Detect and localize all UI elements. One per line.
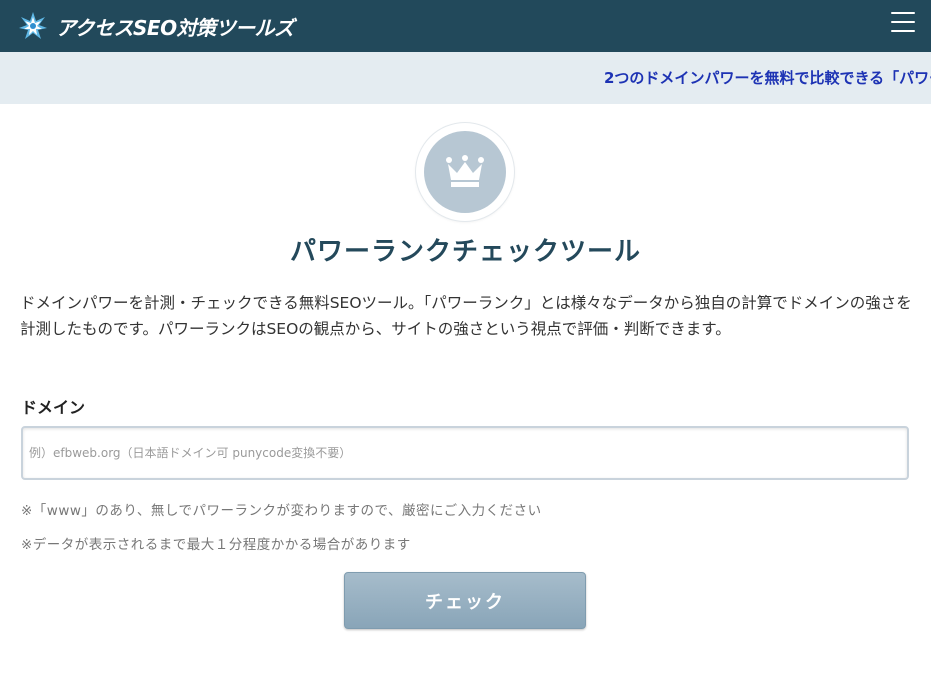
domain-input[interactable] (21, 426, 909, 480)
hamburger-menu-icon[interactable] (891, 12, 915, 34)
crown-icon-circle (424, 131, 506, 213)
check-button[interactable]: チェック (344, 572, 586, 629)
crown-badge (416, 123, 514, 221)
site-name: アクセスSEO対策ツールズ (56, 15, 294, 40)
page-title: パワーランクチェックツール (289, 237, 641, 267)
domain-label: ドメイン (21, 398, 86, 417)
starburst-logo-icon (19, 12, 47, 39)
crown-icon (446, 155, 484, 187)
tool-description: ドメインパワーを計測・チェックできる無料SEOツール。「パワーランク」とは様々な… (20, 294, 912, 338)
site-logo[interactable]: アクセスSEO対策ツールズ (18, 11, 294, 41)
ticker-link[interactable]: 2つのドメインパワーを無料で比較できる「パワー (604, 67, 931, 88)
announcement-ticker: 2つのドメインパワーを無料で比較できる「パワー (0, 52, 931, 104)
wait-time-note: ※データが表示されるまで最大１分程度かかる場合があります (21, 537, 411, 553)
site-header: アクセスSEO対策ツールズ (0, 0, 931, 52)
www-note: ※「www」のあり、無しでパワーランクが変わりますので、厳密にご入力ください (21, 503, 542, 519)
